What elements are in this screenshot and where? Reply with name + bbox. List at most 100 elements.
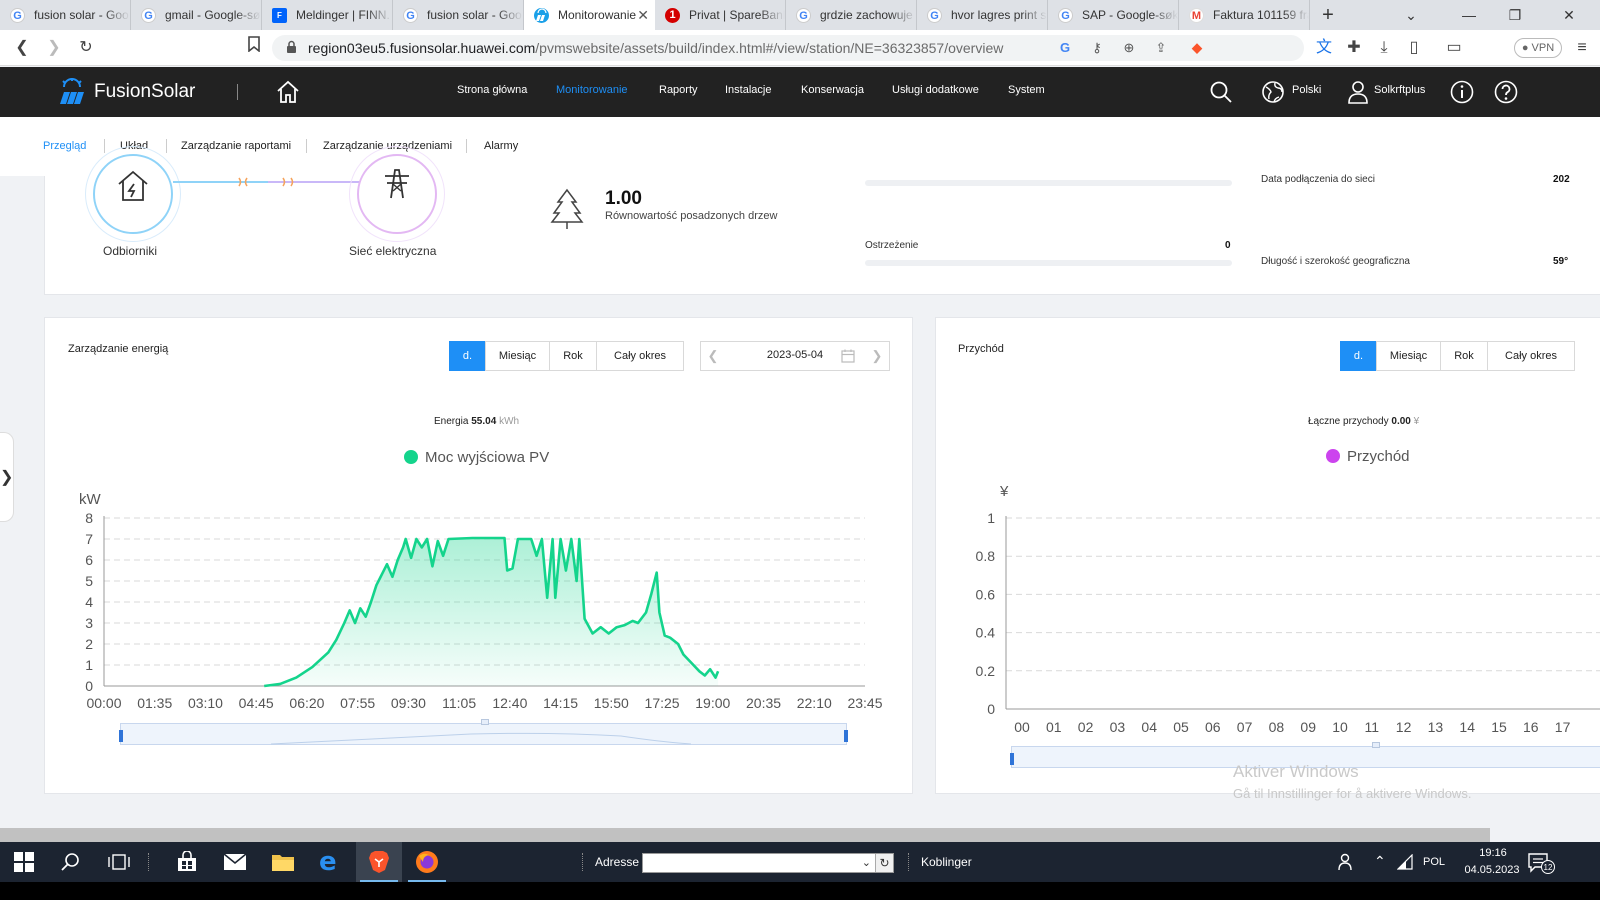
key-icon[interactable]: ⚷	[1088, 39, 1106, 57]
forward-icon[interactable]: ❯	[42, 36, 66, 60]
energy-zoom-slider[interactable]	[119, 719, 848, 745]
globe-icon[interactable]	[1260, 79, 1286, 105]
extensions-icon[interactable]: ✚	[1342, 36, 1366, 60]
next-date-icon[interactable]: ❯	[865, 342, 889, 370]
browser-tab[interactable]: G SAP - Google-søk	[1048, 0, 1179, 30]
expand-sidebar-icon[interactable]: ❯	[0, 432, 14, 522]
slider-handle-left[interactable]	[119, 730, 123, 742]
browser-tab[interactable]: 1 Privat | SpareBank	[655, 0, 786, 30]
grid-node[interactable]	[357, 154, 437, 234]
slider-handle-right[interactable]	[844, 730, 848, 742]
brave-shield-icon[interactable]: ◆	[1188, 39, 1206, 57]
brave-taskbar-icon[interactable]	[356, 842, 402, 882]
period-button[interactable]: Miesiąc	[1376, 341, 1441, 371]
info-icon[interactable]	[1449, 79, 1475, 105]
people-icon[interactable]	[1337, 853, 1355, 871]
consumers-node[interactable]	[93, 154, 173, 234]
nav-item[interactable]: Monitorowanie	[556, 84, 628, 96]
address-bar[interactable]: region03eu5.fusionsolar.huawei.com/pvmsw…	[272, 35, 1304, 61]
period-button[interactable]: d.	[449, 341, 486, 371]
period-button[interactable]: Rok	[549, 341, 597, 371]
back-icon[interactable]: ❮	[10, 36, 34, 60]
nav-item[interactable]: Usługi dodatkowe	[892, 84, 979, 96]
mail-icon[interactable]	[212, 842, 258, 882]
browser-tab[interactable]: Ggrdzie zachowuje	[786, 0, 917, 30]
browser-tab[interactable]: Ggmail - Google-sø	[131, 0, 262, 30]
sidebar-icon[interactable]: ▯	[1402, 36, 1426, 60]
wifi-icon[interactable]	[1397, 854, 1415, 870]
start-icon[interactable]	[0, 842, 46, 882]
links-toolbar-label[interactable]: Koblinger	[921, 855, 972, 869]
address-dropdown-icon[interactable]: ⌄	[862, 856, 871, 869]
translate-extension-icon[interactable]: 文	[1312, 36, 1336, 60]
browser-tab[interactable]: Ghvor lagres print s	[917, 0, 1048, 30]
search-icon[interactable]	[1208, 79, 1234, 105]
subnav-tab[interactable]: Alarmy	[484, 140, 518, 152]
nav-item[interactable]: Strona główna	[457, 84, 527, 96]
tab-search-icon[interactable]: ⌄	[1388, 0, 1434, 30]
revenue-x-tick-label: 06	[1205, 719, 1221, 735]
clock-time[interactable]: 19:16	[1472, 847, 1514, 859]
minimize-icon[interactable]: —	[1446, 0, 1492, 30]
tab-fade	[235, 0, 261, 30]
search-taskbar-icon[interactable]	[48, 842, 94, 882]
subnav-tab[interactable]: Przegląd	[43, 140, 86, 152]
period-button[interactable]: Miesiąc	[485, 341, 550, 371]
share-icon[interactable]: ⇪	[1152, 39, 1170, 57]
user-icon[interactable]	[1345, 79, 1371, 105]
firefox-icon[interactable]	[404, 842, 450, 882]
subnav-tab[interactable]: Zarządzanie raportami	[181, 140, 291, 152]
x-tick-label: 04:45	[239, 695, 274, 711]
revenue-slider-handle-left[interactable]	[1010, 753, 1014, 765]
help-icon[interactable]	[1493, 79, 1519, 105]
vpn-button[interactable]: ● VPN	[1514, 38, 1562, 58]
google-translate-icon[interactable]: G	[1056, 39, 1074, 57]
slider-grip[interactable]	[481, 719, 489, 725]
download-icon[interactable]: ⤓	[1372, 36, 1396, 60]
close-window-icon[interactable]: ✕	[1538, 0, 1600, 30]
task-view-icon[interactable]	[96, 842, 142, 882]
user-name[interactable]: Solkrftplus	[1374, 84, 1425, 96]
browser-tab[interactable]: M Faktura 101159 fra	[1179, 0, 1310, 30]
reload-icon[interactable]: ↻	[74, 36, 98, 60]
notifications-icon[interactable]: 12	[1527, 852, 1555, 874]
menu-icon[interactable]: ≡	[1570, 36, 1594, 60]
file-explorer-icon[interactable]	[260, 842, 306, 882]
period-button[interactable]: Cały okres	[1487, 341, 1575, 371]
energy-legend[interactable]: Moc wyjściowa PV	[404, 449, 549, 466]
wallet-icon[interactable]: ▭	[1442, 36, 1466, 60]
nav-item[interactable]: Konserwacja	[801, 84, 864, 96]
period-button[interactable]: d.	[1340, 341, 1377, 371]
new-tab-icon[interactable]: +	[1310, 0, 1346, 30]
nav-item[interactable]: Instalacje	[725, 84, 771, 96]
input-language[interactable]: POL	[1423, 856, 1445, 868]
restore-icon[interactable]: ❐	[1492, 0, 1538, 30]
revenue-y-axis-unit: ¥	[999, 483, 1009, 500]
address-toolbar-input[interactable]: ⌄ ↻	[642, 853, 894, 873]
taskbar-separator	[148, 853, 150, 871]
revenue-legend[interactable]: Przychód	[1326, 448, 1410, 465]
tray-expand-icon[interactable]: ⌃	[1374, 853, 1386, 870]
home-icon[interactable]	[275, 79, 301, 105]
clock-date[interactable]: 04.05.2023	[1456, 864, 1528, 876]
address-go-icon[interactable]: ↻	[875, 854, 893, 872]
revenue-slider-grip[interactable]	[1372, 742, 1380, 748]
period-button[interactable]: Cały okres	[596, 341, 684, 371]
browser-tab[interactable]: Monitorowanie ✕	[524, 0, 655, 30]
bookmark-icon[interactable]	[242, 36, 266, 60]
close-tab-icon[interactable]: ✕	[637, 0, 649, 30]
calendar-icon[interactable]	[841, 349, 855, 363]
language-selector[interactable]: Polski	[1292, 84, 1321, 96]
nav-item[interactable]: System	[1008, 84, 1045, 96]
zoom-icon[interactable]: ⊕	[1120, 39, 1138, 57]
browser-tab[interactable]: F Meldinger | FINN.	[262, 0, 393, 30]
edge-icon[interactable]: e	[308, 842, 354, 882]
period-button[interactable]: Rok	[1440, 341, 1488, 371]
horizontal-scrollbar[interactable]	[0, 828, 1490, 842]
nav-item[interactable]: Raporty	[659, 84, 698, 96]
revenue-x-tick-label: 14	[1459, 719, 1475, 735]
browser-tab[interactable]: Gfusion solar - Goo	[393, 0, 524, 30]
browser-tab[interactable]: Gfusion solar - Goo	[0, 0, 131, 30]
date-picker[interactable]: ❮ 2023-05-04 ❯	[700, 341, 890, 371]
store-icon[interactable]	[164, 842, 210, 882]
